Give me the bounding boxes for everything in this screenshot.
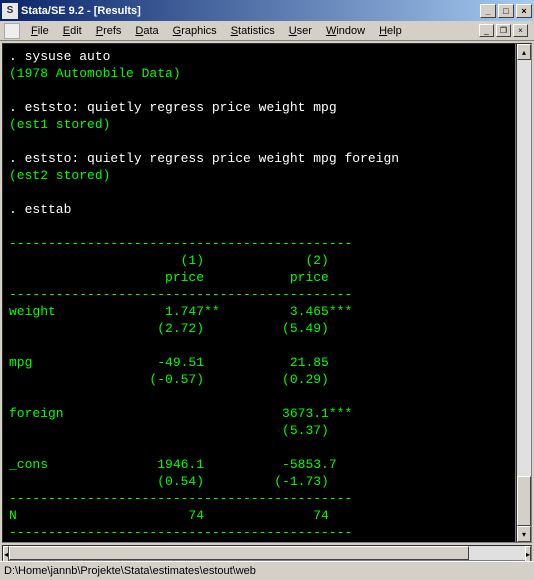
mdi-restore[interactable]: ❐ xyxy=(496,24,511,37)
menu-statistics[interactable]: Statistics xyxy=(224,23,282,39)
table-row: (0.54) (-1.73) xyxy=(9,474,352,489)
menu-help[interactable]: Help xyxy=(372,23,409,39)
menu-edit[interactable]: Edit xyxy=(56,23,89,39)
table-row: N 74 74 xyxy=(9,508,352,523)
menubar: File Edit Prefs Data Graphics Statistics… xyxy=(0,21,534,41)
scroll-track-h[interactable] xyxy=(9,546,525,560)
menu-window[interactable]: Window xyxy=(319,23,372,39)
scroll-thumb-h[interactable] xyxy=(9,546,469,560)
table-note: t statistics in parentheses xyxy=(9,542,220,543)
output-line: (est1 stored) xyxy=(9,117,110,132)
table-row: (2.72) (5.49) xyxy=(9,321,352,336)
scroll-thumb[interactable] xyxy=(517,476,531,526)
statusbar: D:\Home\jannb\Projekte\Stata\estimates\e… xyxy=(0,561,534,580)
content-area: . sysuse auto (1978 Automobile Data) . e… xyxy=(0,41,534,545)
results-terminal[interactable]: . sysuse auto (1978 Automobile Data) . e… xyxy=(2,43,516,543)
maximize-button[interactable]: □ xyxy=(498,4,514,18)
scroll-down-icon[interactable]: ▾ xyxy=(517,526,531,542)
scroll-right-icon[interactable]: ▸ xyxy=(525,546,531,562)
window-buttons: _ □ × xyxy=(480,4,532,18)
cmd-line: . eststo: quietly regress price weight m… xyxy=(9,100,337,115)
table-rule: ----------------------------------------… xyxy=(9,525,352,540)
titlebar: S Stata/SE 9.2 - [Results] _ □ × xyxy=(0,0,534,21)
cmd-line: . esttab xyxy=(9,202,71,217)
table-row: mpg -49.51 21.85 xyxy=(9,355,352,370)
output-line: (est2 stored) xyxy=(9,168,110,183)
minimize-button[interactable]: _ xyxy=(480,4,496,18)
table-row: foreign 3673.1*** xyxy=(9,406,352,421)
mdi-close[interactable]: × xyxy=(513,24,528,37)
table-rule: ----------------------------------------… xyxy=(9,287,352,302)
close-button[interactable]: × xyxy=(516,4,532,18)
scroll-up-icon[interactable]: ▴ xyxy=(517,44,531,60)
table-rule: ----------------------------------------… xyxy=(9,236,352,251)
table-header: (1) (2) xyxy=(9,253,352,268)
cmd-line: . sysuse auto xyxy=(9,49,110,64)
table-row: _cons 1946.1 -5853.7 xyxy=(9,457,360,472)
table-rule: ----------------------------------------… xyxy=(9,491,352,506)
menu-data[interactable]: Data xyxy=(128,23,165,39)
vertical-scrollbar[interactable]: ▴ ▾ xyxy=(516,43,532,543)
menu-graphics[interactable]: Graphics xyxy=(166,23,224,39)
mdi-minimize[interactable]: _ xyxy=(479,24,494,37)
app-icon: S xyxy=(2,3,18,19)
cmd-line: . eststo: quietly regress price weight m… xyxy=(9,151,399,166)
horizontal-scrollbar[interactable]: ◂ ▸ xyxy=(2,545,532,561)
output-line: (1978 Automobile Data) xyxy=(9,66,181,81)
mdi-buttons: _ ❐ × xyxy=(479,24,528,37)
table-row: (5.37) xyxy=(9,423,352,438)
window-title: Stata/SE 9.2 - [Results] xyxy=(21,5,480,17)
scroll-track[interactable] xyxy=(517,60,531,526)
table-header: price price xyxy=(9,270,352,285)
table-row: (-0.57) (0.29) xyxy=(9,372,352,387)
menu-file[interactable]: File xyxy=(24,23,56,39)
menu-user[interactable]: User xyxy=(282,23,319,39)
menu-prefs[interactable]: Prefs xyxy=(89,23,129,39)
table-row: weight 1.747** 3.465*** xyxy=(9,304,352,319)
status-path: D:\Home\jannb\Projekte\Stata\estimates\e… xyxy=(4,565,256,577)
mdi-icon xyxy=(4,23,20,39)
